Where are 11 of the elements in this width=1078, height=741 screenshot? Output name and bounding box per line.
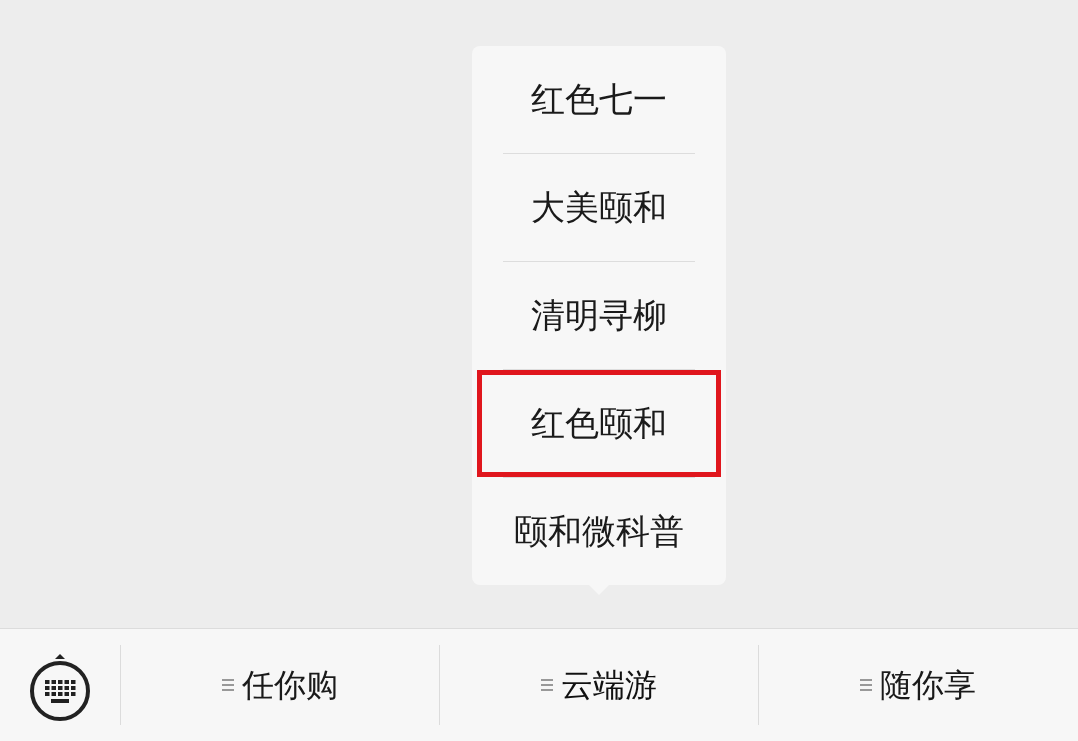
menu-item[interactable]: 清明寻柳 [477,262,722,369]
menu-lines-icon [221,677,234,693]
menu-tab[interactable]: 云端游 [540,661,657,709]
menu-lines-icon [860,677,873,693]
menu-item[interactable]: 红色颐和 [477,370,722,477]
menu-item[interactable]: 颐和微科普 [477,478,722,585]
menu-tab[interactable]: 任你购 [221,661,338,709]
menu-item[interactable]: 大美颐和 [477,154,722,261]
menu-lines-icon [540,677,553,693]
menu-item[interactable]: 红色七一 [477,46,722,153]
menu-tab[interactable]: 随你享 [860,661,977,709]
